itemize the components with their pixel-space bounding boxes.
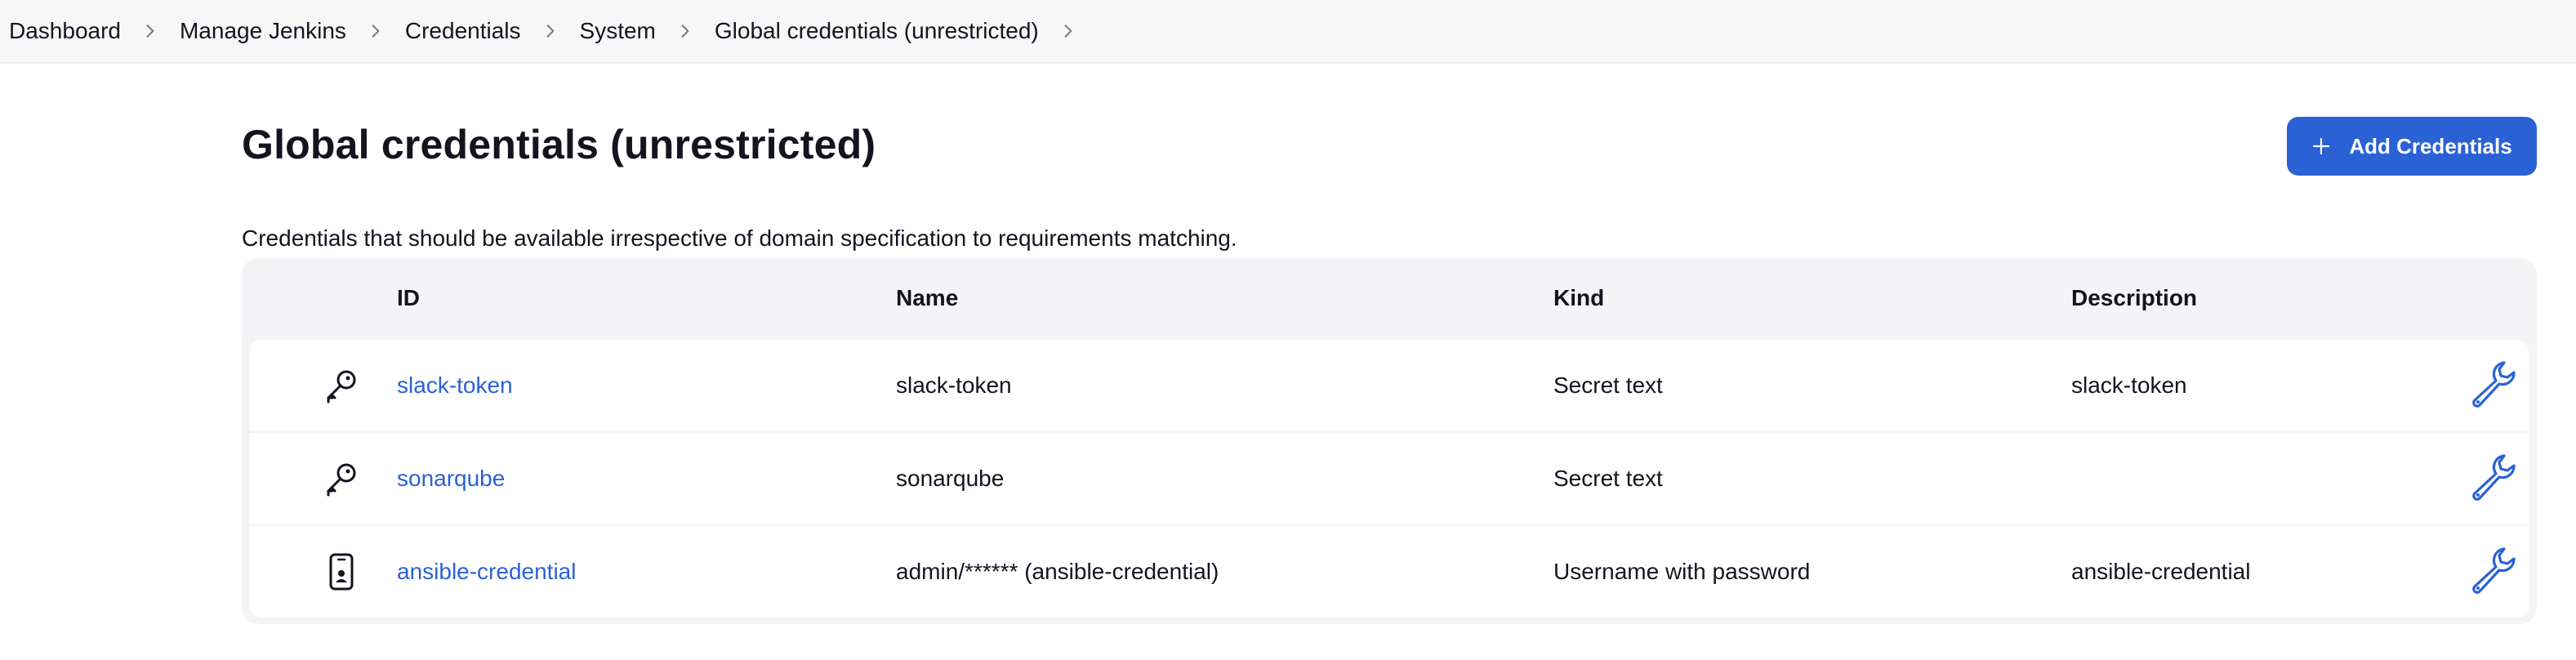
column-header-name[interactable]: Name: [896, 258, 958, 338]
breadcrumb: Dashboard Manage Jenkins Credentials Sys…: [0, 0, 2576, 64]
add-credentials-button[interactable]: Add Credentials: [2287, 117, 2537, 176]
credential-description: ansible-credential: [2071, 559, 2251, 584]
chevron-right-icon[interactable]: [361, 0, 390, 63]
column-header-id[interactable]: ID: [397, 258, 420, 338]
chevron-right-icon[interactable]: [536, 0, 565, 63]
credential-name: admin/****** (ansible-credential): [896, 559, 1219, 584]
wrench-icon[interactable]: [2468, 358, 2519, 408]
chevron-right-icon[interactable]: [671, 0, 700, 63]
chevron-right-icon[interactable]: [1054, 0, 1083, 63]
breadcrumb-label: Global credentials (unrestricted): [714, 18, 1039, 43]
table-header: ID Name Kind Description: [242, 258, 2537, 338]
credential-id-link[interactable]: ansible-credential: [397, 526, 576, 618]
credential-name: sonarqube: [896, 466, 1005, 491]
column-header-kind[interactable]: Kind: [1553, 258, 1604, 338]
breadcrumb-credentials[interactable]: Credentials: [405, 18, 521, 44]
breadcrumb-manage-jenkins[interactable]: Manage Jenkins: [180, 18, 346, 44]
breadcrumb-label: Manage Jenkins: [179, 18, 346, 43]
breadcrumb-label: Credentials: [404, 18, 521, 43]
breadcrumb-dashboard[interactable]: Dashboard: [9, 18, 121, 44]
page-description: Credentials that should be available irr…: [242, 225, 1237, 251]
credential-description: slack-token: [2071, 372, 2187, 398]
page-title: Global credentials (unrestricted): [242, 122, 876, 167]
chevron-right-icon[interactable]: [136, 0, 165, 63]
table-row: sonarqube sonarqube Secret text: [250, 433, 2529, 524]
wrench-icon[interactable]: [2468, 544, 2519, 595]
credential-id-link[interactable]: sonarqube: [397, 433, 505, 524]
table-row: ansible-credential admin/****** (ansible…: [250, 526, 2529, 618]
column-header-description[interactable]: Description: [2071, 258, 2197, 338]
id-badge-icon: [329, 553, 354, 591]
key-icon: [327, 370, 356, 404]
credential-name: slack-token: [896, 372, 1012, 398]
plus-icon: [2313, 137, 2330, 155]
table-row: slack-token slack-token Secret text slac…: [250, 340, 2529, 431]
credentials-table: ID Name Kind Description slack-token sla…: [242, 258, 2537, 624]
breadcrumb-label: System: [579, 18, 656, 43]
add-credentials-label: Add Credentials: [2349, 133, 2512, 158]
breadcrumb-system[interactable]: System: [580, 18, 656, 44]
breadcrumb-label: Dashboard: [9, 18, 121, 43]
credential-kind: Secret text: [1553, 466, 1663, 491]
breadcrumb-global-credentials[interactable]: Global credentials (unrestricted): [715, 18, 1039, 44]
key-icon: [327, 463, 356, 497]
credential-kind: Username with password: [1553, 559, 1811, 584]
credential-kind: Secret text: [1553, 372, 1663, 398]
credential-id-link[interactable]: slack-token: [397, 340, 513, 431]
wrench-icon[interactable]: [2468, 451, 2519, 502]
